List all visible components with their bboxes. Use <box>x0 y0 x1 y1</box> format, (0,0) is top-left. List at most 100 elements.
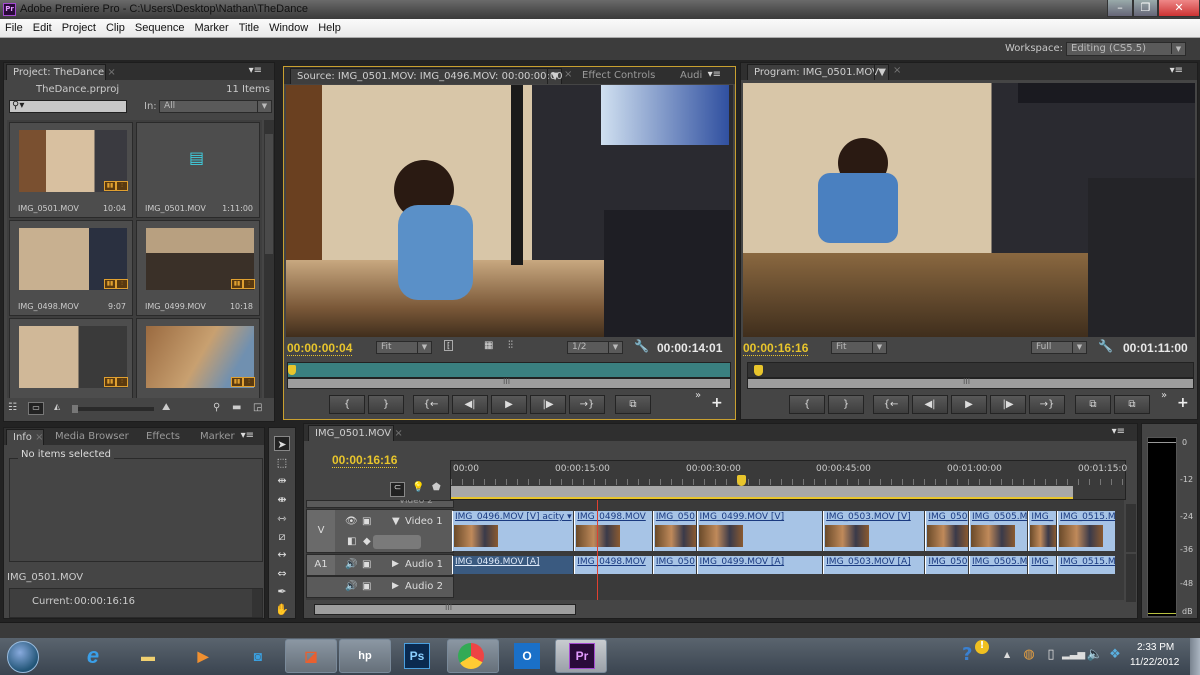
volume-icon[interactable]: 🔈 <box>1084 644 1106 666</box>
program-zoom-scrollbar[interactable]: III <box>747 377 1194 389</box>
project-item[interactable]: ▮▮ ⫶ <box>9 318 133 398</box>
wrench-settings-icon[interactable]: 🔧 <box>1098 339 1113 353</box>
speaker-icon[interactable]: 🔊 <box>345 559 357 570</box>
menu-title[interactable]: Title <box>234 19 264 37</box>
taskbar-app[interactable] <box>447 639 499 673</box>
video-clip[interactable]: IMG_050 <box>925 511 968 551</box>
panel-menu-icon[interactable]: ▾≡ <box>1170 65 1183 76</box>
tab-sequence[interactable]: IMG_0501.MOV × <box>308 425 403 441</box>
play-button[interactable]: ▶ <box>491 395 527 414</box>
zoom-out-icon[interactable]: ◭ <box>54 402 60 411</box>
project-item-sequence[interactable]: ▤ IMG_0501.MOV 1:11:00 <box>136 122 260 218</box>
go-to-out-button[interactable]: →} <box>569 395 605 414</box>
keyframe-icon[interactable]: ◆ <box>363 536 371 547</box>
menu-window[interactable]: Window <box>264 19 313 37</box>
sync-lock-icon[interactable]: ▣ <box>362 581 371 592</box>
project-item[interactable]: ▮▮ ⫶ IMG_0498.MOV 9:07 <box>9 220 133 316</box>
timeline-timecode[interactable]: 00:00:16:16 <box>332 453 398 468</box>
thumbnail-size-slider[interactable] <box>72 405 154 413</box>
workspace-dropdown[interactable]: Editing (CS5.5) ▼ <box>1066 42 1186 56</box>
track-expand-icon[interactable]: ▶ <box>392 559 399 569</box>
audio-clip[interactable]: IMG_ <box>1028 556 1057 574</box>
add-button-icon[interactable]: + <box>711 395 723 411</box>
info-scrollbar[interactable] <box>252 589 262 617</box>
program-zoom-dropdown[interactable]: Fit ▼ <box>831 341 887 354</box>
close-tab-icon[interactable]: × <box>893 65 901 76</box>
mark-out-button[interactable]: } <box>828 395 864 414</box>
panel-menu-icon[interactable]: ▾≡ <box>249 65 262 76</box>
timeline-ruler[interactable]: 00:00 00:00:15:00 00:00:30:00 00:00:45:0… <box>450 460 1127 500</box>
in-filter-dropdown[interactable]: All ▼ <box>159 100 272 113</box>
mark-in-button[interactable]: { <box>789 395 825 414</box>
video-clip[interactable]: IMG_0498.MOV <box>574 511 652 551</box>
program-time-ruler[interactable] <box>747 362 1194 378</box>
menu-help[interactable]: Help <box>313 19 346 37</box>
video-clip[interactable]: IMG_ <box>1028 511 1057 551</box>
track-expand-icon[interactable]: ▼ <box>392 516 400 527</box>
tray-app-icon[interactable]: ◍ <box>1018 644 1040 666</box>
audio-track-scrollbar[interactable] <box>1126 554 1136 602</box>
video-target-toggle[interactable]: V <box>307 510 335 552</box>
project-scrollbar[interactable] <box>264 120 274 398</box>
selection-tool-icon[interactable]: ➤ <box>274 436 290 451</box>
source-time-ruler[interactable] <box>287 362 731 378</box>
clock-time[interactable]: 2:33 PM <box>1137 642 1174 653</box>
step-back-button[interactable]: ◀| <box>452 395 488 414</box>
menu-sequence[interactable]: Sequence <box>130 19 190 37</box>
new-bin-icon[interactable]: ▬ <box>232 402 241 413</box>
tab-effect-controls[interactable]: Effect Controls <box>576 68 661 84</box>
audio-target-toggle[interactable]: A1 <box>307 555 335 575</box>
audio-clip[interactable]: IMG_0496.MOV [A] <box>452 556 574 574</box>
close-button[interactable]: ✕ <box>1158 0 1200 17</box>
pen-tool-icon[interactable]: ✒ <box>274 584 290 599</box>
list-view-icon[interactable]: ☷ <box>8 402 17 413</box>
display-style-icon[interactable]: ◧ <box>347 536 356 547</box>
video-clip[interactable]: IMG_0503.MOV [V] <box>823 511 925 551</box>
ripple-edit-tool-icon[interactable]: ⇹ <box>274 473 290 488</box>
mark-in-button[interactable]: { <box>329 395 365 414</box>
search-input[interactable]: ⚲▾ <box>9 100 127 113</box>
media-player-icon[interactable]: ▶ <box>188 641 218 671</box>
timeline-horizontal-scrollbar[interactable]: III <box>314 603 576 615</box>
tab-audio-mixer[interactable]: Audi <box>674 68 708 84</box>
more-controls-icon[interactable]: » <box>695 390 701 401</box>
start-button[interactable] <box>7 641 39 673</box>
menu-file[interactable]: File <box>0 19 28 37</box>
wrench-settings-icon[interactable]: 🔧 <box>634 339 649 353</box>
timeline-playhead[interactable] <box>736 475 746 486</box>
outlook-icon[interactable]: O <box>514 643 540 669</box>
photoshop-icon[interactable]: Ps <box>404 643 430 669</box>
new-item-icon[interactable]: ◲ <box>253 402 262 413</box>
add-button-icon[interactable]: + <box>1177 395 1189 411</box>
panel-menu-icon[interactable]: ▾≡ <box>1112 426 1125 437</box>
set-marker-icon[interactable]: 💡 <box>412 482 424 493</box>
razor-tool-icon[interactable]: ⧄ <box>274 529 290 544</box>
project-item[interactable]: ▮▮ ⫶ IMG_0499.MOV 10:18 <box>136 220 260 316</box>
video-clip[interactable]: IMG_0515.M <box>1057 511 1115 551</box>
tab-program[interactable]: Program: IMG_0501.MOV ▼ <box>747 64 889 80</box>
internet-explorer-icon[interactable]: e <box>78 641 108 671</box>
show-hidden-icons[interactable]: ▲ <box>1004 650 1010 659</box>
taskbar-app-active[interactable]: Pr <box>555 639 607 673</box>
menu-clip[interactable]: Clip <box>101 19 130 37</box>
sync-lock-icon[interactable]: ▣ <box>362 559 371 570</box>
timeline-playhead-line[interactable] <box>596 500 598 600</box>
rate-stretch-tool-icon[interactable]: ⇿ <box>274 511 290 526</box>
panel-menu-icon[interactable]: ▾≡ <box>241 430 254 441</box>
audio-clip[interactable]: IMG_0498.MOV <box>574 556 652 574</box>
speaker-icon[interactable]: 🔊 <box>345 581 357 592</box>
drag-audio-icon[interactable]: ⫶⫶ <box>508 340 513 351</box>
safe-margins-icon[interactable]: ⁅ <box>444 340 454 351</box>
audio-clip[interactable]: IMG_050 <box>925 556 968 574</box>
program-current-timecode[interactable]: 00:00:16:16 <box>743 341 809 356</box>
dropbox-icon[interactable]: ❖ <box>1104 644 1126 666</box>
clock-date[interactable]: 11/22/2012 <box>1130 657 1179 668</box>
audio-clip[interactable]: IMG_0515.M <box>1057 556 1115 574</box>
video-clip[interactable]: IMG_0505.M <box>969 511 1028 551</box>
video-track-scrollbar[interactable] <box>1126 504 1136 552</box>
extract-button[interactable]: ⧉ <box>1114 395 1150 414</box>
eye-icon[interactable]: 👁 <box>345 516 358 527</box>
snap-icon[interactable]: ⊂ <box>390 482 405 497</box>
show-desktop-button[interactable] <box>1190 638 1200 675</box>
tab-effects[interactable]: Effects <box>140 429 186 445</box>
